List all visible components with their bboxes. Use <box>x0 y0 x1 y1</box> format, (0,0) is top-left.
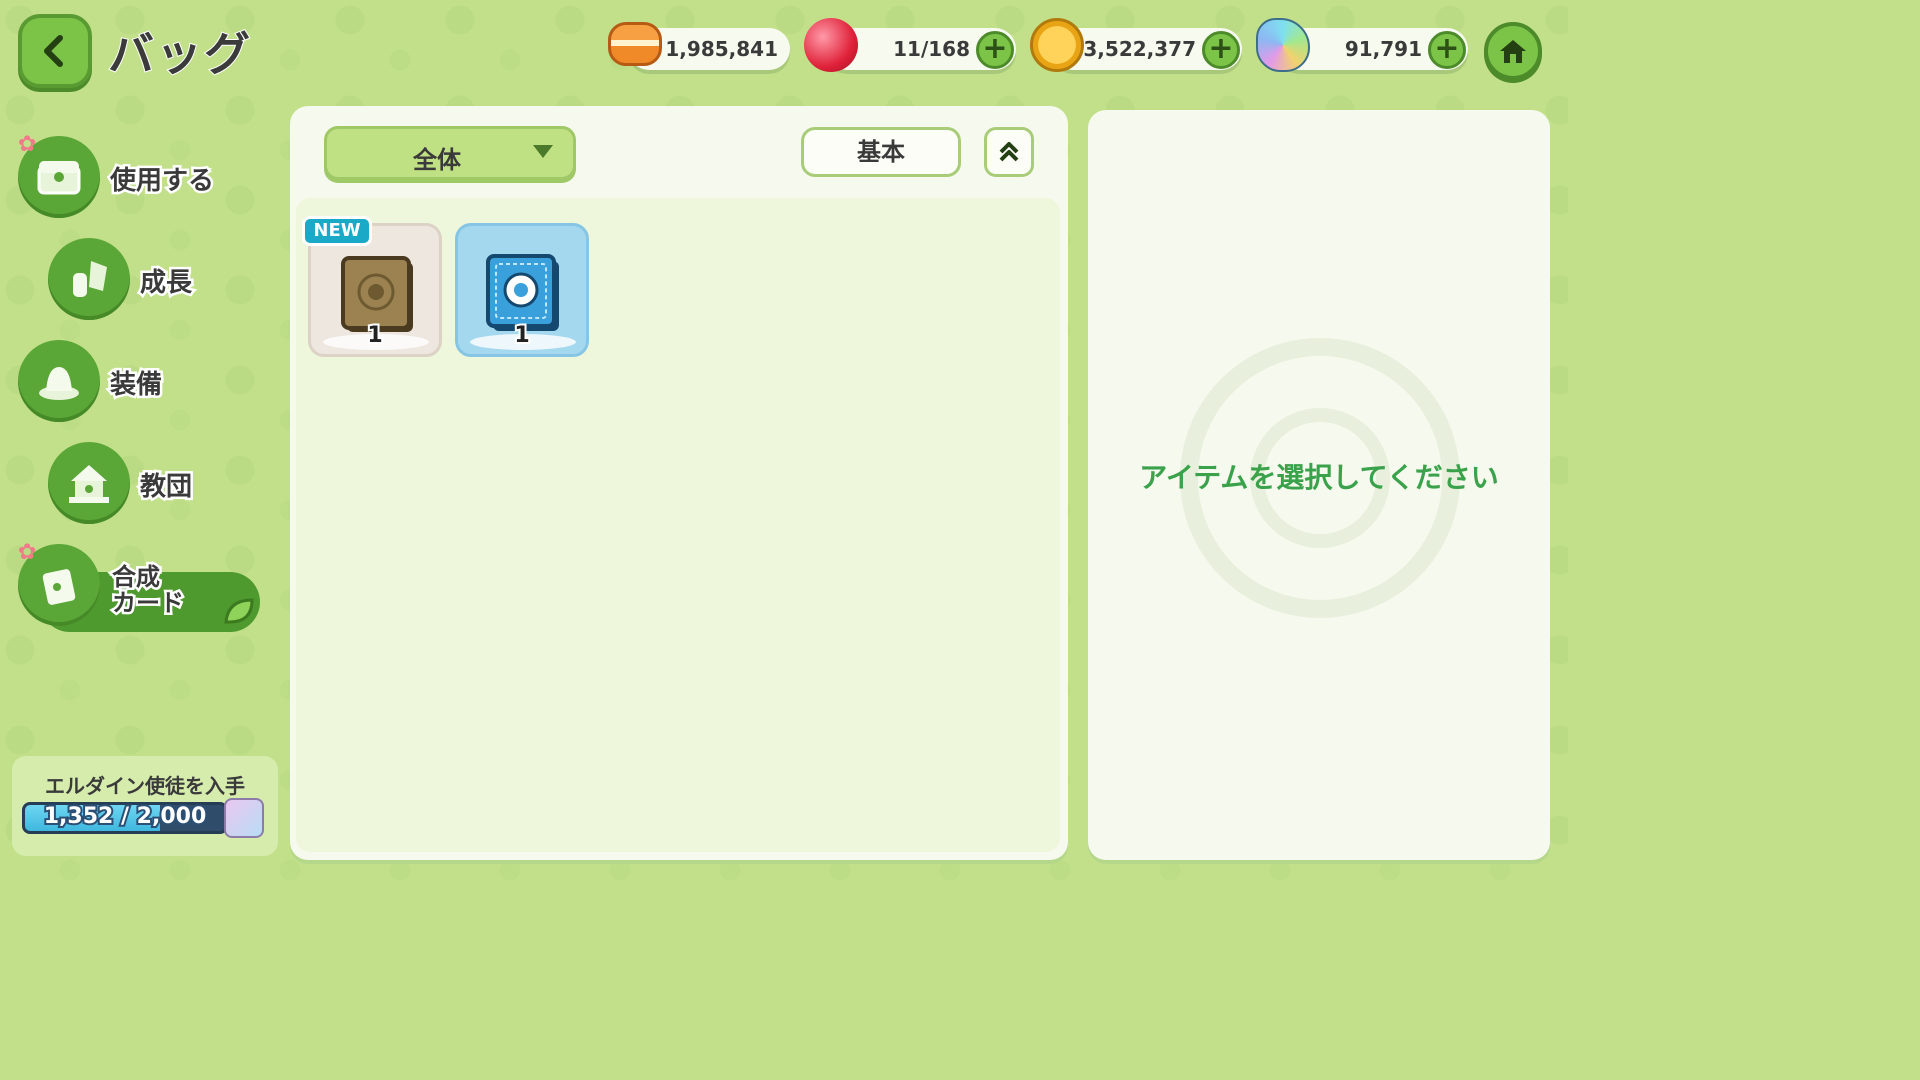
item-count: 1 <box>365 321 384 350</box>
crystal-bottle-icon <box>48 238 130 320</box>
home-button[interactable] <box>1484 22 1542 80</box>
temple-icon <box>48 442 130 524</box>
add-coin-button[interactable]: + <box>1202 31 1240 69</box>
label-line-2: カード <box>110 588 187 619</box>
resource-value: 1,985,841 <box>665 37 778 61</box>
sidebar-item-label: 合成 カード <box>110 562 187 619</box>
leaf-icon <box>224 598 254 624</box>
blue-card-pack-icon <box>486 254 559 331</box>
notification-flower-icon: ✿ <box>18 132 37 157</box>
label-line-1: 合成 <box>110 562 163 593</box>
sidebar-item-use[interactable]: 使用する <box>18 136 258 220</box>
item-count: 1 <box>512 321 531 350</box>
double-chevron-up-icon <box>999 142 1019 162</box>
hat-icon <box>18 340 100 422</box>
sidebar-item-label: 装備 <box>107 368 164 403</box>
resource-value: 3,522,377 <box>1083 37 1196 61</box>
notification-flower-icon: ✿ <box>18 540 37 565</box>
empty-selection-message: アイテムを選択してください <box>1139 461 1499 494</box>
new-badge: NEW <box>302 216 372 246</box>
resource-value: 11/168 <box>893 37 970 61</box>
sidebar-item-label: 教団 <box>137 470 194 505</box>
category-dropdown[interactable]: 全体 <box>324 126 576 180</box>
add-candy-button[interactable]: + <box>976 31 1014 69</box>
dropdown-value: 全体 <box>413 146 461 174</box>
brown-card-pack-icon <box>341 256 413 332</box>
sort-order-button[interactable] <box>984 127 1034 177</box>
add-crystal-button[interactable]: + <box>1428 31 1466 69</box>
page-title: バッグ <box>107 26 252 82</box>
back-button[interactable] <box>18 14 92 88</box>
gold-leaf-coin-icon <box>1030 18 1084 72</box>
sidebar-item-growth[interactable]: 成長 <box>48 238 248 322</box>
home-icon <box>1500 40 1526 63</box>
sidebar-item-label: 成長 <box>137 266 194 301</box>
orange-macaron-icon <box>608 22 662 66</box>
gift-box-icon[interactable] <box>224 798 264 838</box>
sidebar-item-synthesis-card[interactable]: 合成 カード <box>18 544 260 628</box>
sidebar-item-label: 使用する <box>107 164 216 199</box>
chevron-left-icon <box>44 35 63 67</box>
caret-down-icon <box>533 145 553 158</box>
recruit-progress-text: 1,352 / 2,000 <box>42 802 209 831</box>
sort-button[interactable]: 基本 <box>801 127 961 177</box>
recruit-progress-title: エルダイン使徒を入手 <box>45 774 245 798</box>
item-slot-blue-card-pack[interactable]: 1 <box>455 223 589 357</box>
red-candy-icon <box>804 18 858 72</box>
resource-value: 91,791 <box>1344 37 1422 61</box>
sidebar-item-equipment[interactable]: 装備 <box>18 340 218 424</box>
sidebar-item-order[interactable]: 教団 <box>48 442 248 526</box>
